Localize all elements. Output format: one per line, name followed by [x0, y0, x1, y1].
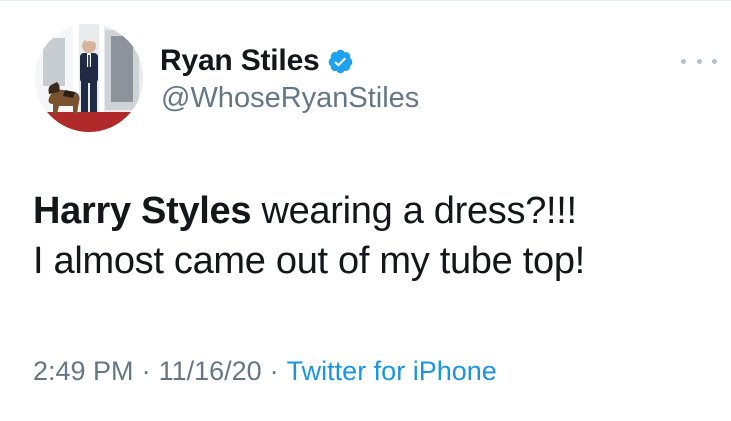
tweet-date[interactable]: 11/16/20 [159, 356, 262, 387]
tweet-meta: 2:49 PM · 11/16/20 · Twitter for iPhone [33, 356, 497, 387]
author-display-name[interactable]: Ryan Stiles [160, 44, 320, 78]
meta-separator: · [269, 356, 279, 386]
author-handle[interactable]: @WhoseRyanStiles [161, 82, 419, 115]
tweet-text-line-2: I almost came out of my tube top! [33, 240, 585, 282]
avatar[interactable] [35, 24, 143, 132]
tweet-text-line-1: Harry Styles wearing a dress?!!! [33, 186, 723, 236]
verified-badge-icon [327, 48, 354, 75]
tweet-text-bold: Harry Styles [33, 190, 252, 232]
more-dot-icon [696, 58, 702, 64]
avatar-image [35, 24, 143, 132]
tweet-text-rest: wearing a dress?!!! [251, 190, 577, 232]
tweet-text: Harry Styles wearing a dress?!!! I almos… [33, 186, 723, 286]
author-name-row: Ryan Stiles [160, 41, 354, 81]
more-dot-icon [681, 58, 686, 64]
more-dot-icon [712, 58, 717, 64]
tweet-time[interactable]: 2:49 PM [33, 356, 134, 387]
meta-separator: · [141, 356, 151, 386]
tweet-source-link[interactable]: Twitter for iPhone [287, 356, 497, 387]
more-options-icon[interactable] [681, 51, 717, 71]
tweet-card: Ryan Stiles @WhoseRyanStiles Harry Style… [0, 0, 731, 421]
